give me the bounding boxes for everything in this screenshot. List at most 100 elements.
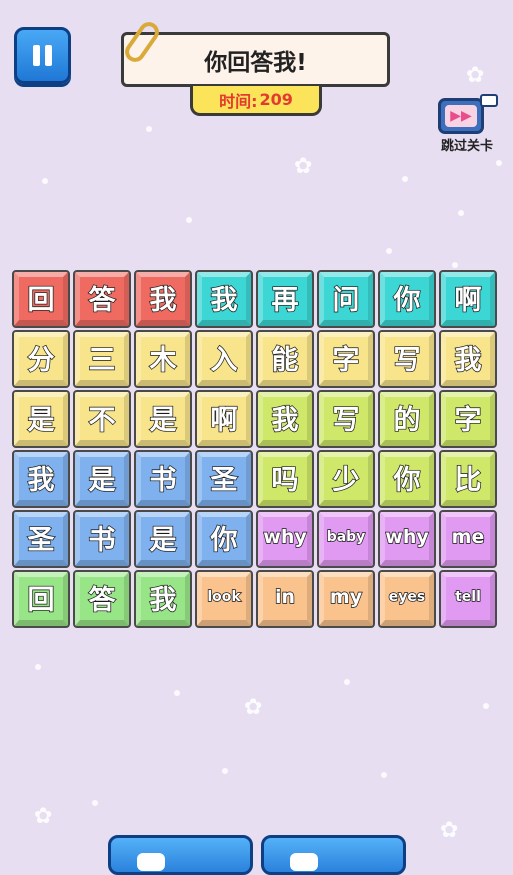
answer-icon xyxy=(290,853,318,871)
tile-text: tell xyxy=(454,588,481,605)
tile-text: 我 xyxy=(271,404,299,436)
letter-tile[interactable]: my xyxy=(317,570,375,628)
tile-text: 问 xyxy=(332,284,360,316)
letter-tile[interactable]: 我 xyxy=(195,270,253,328)
tile-text: 答 xyxy=(88,284,116,316)
letter-tile[interactable]: 入 xyxy=(195,330,253,388)
tile-text: 木 xyxy=(149,344,177,376)
answer-button[interactable] xyxy=(261,835,406,875)
decor-dot xyxy=(146,126,152,132)
tile-text: 你 xyxy=(210,524,238,556)
letter-tile[interactable]: 问 xyxy=(317,270,375,328)
tile-text: 写 xyxy=(393,344,421,376)
letter-tile[interactable]: 我 xyxy=(134,270,192,328)
tile-text: 字 xyxy=(332,344,360,376)
letter-tile[interactable]: baby xyxy=(317,510,375,568)
letter-tile[interactable]: tell xyxy=(439,570,497,628)
letter-tile[interactable]: eyes xyxy=(378,570,436,628)
letter-tile[interactable]: 的 xyxy=(378,390,436,448)
letter-tile[interactable]: 能 xyxy=(256,330,314,388)
decor-dot xyxy=(174,690,180,696)
letter-tile[interactable]: why xyxy=(378,510,436,568)
tile-text: 是 xyxy=(27,404,55,436)
hint-button[interactable] xyxy=(108,835,253,875)
tile-text: 我 xyxy=(210,284,238,316)
letter-tile[interactable]: 书 xyxy=(73,510,131,568)
tile-text: 你 xyxy=(393,464,421,496)
tile-text: 圣 xyxy=(210,464,238,496)
letter-tile[interactable]: 啊 xyxy=(195,390,253,448)
letter-tile[interactable]: 圣 xyxy=(12,510,70,568)
level-title: 你回答我! xyxy=(204,49,307,76)
letter-tile[interactable]: 你 xyxy=(195,510,253,568)
letter-tile[interactable]: 我 xyxy=(439,330,497,388)
letter-tile[interactable]: 你 xyxy=(378,450,436,508)
letter-tile[interactable]: 吗 xyxy=(256,450,314,508)
tile-text: 写 xyxy=(332,404,360,436)
letter-tile[interactable]: 再 xyxy=(256,270,314,328)
letter-tile[interactable]: 书 xyxy=(134,450,192,508)
tile-text: 啊 xyxy=(210,404,238,436)
letter-tile[interactable]: 是 xyxy=(134,390,192,448)
letter-tile[interactable]: 比 xyxy=(439,450,497,508)
pause-button[interactable] xyxy=(14,27,71,84)
letter-tile[interactable]: 我 xyxy=(134,570,192,628)
letter-tile[interactable]: 不 xyxy=(73,390,131,448)
letter-tile[interactable]: 木 xyxy=(134,330,192,388)
tile-text: 是 xyxy=(149,524,177,556)
letter-tile[interactable]: look xyxy=(195,570,253,628)
decor-flower: ✿ xyxy=(440,818,459,843)
decor-dot xyxy=(344,679,350,685)
letter-tile[interactable]: me xyxy=(439,510,497,568)
letter-tile[interactable]: 少 xyxy=(317,450,375,508)
letter-tile[interactable]: why xyxy=(256,510,314,568)
tile-text: in xyxy=(274,585,296,608)
decor-flower: ✿ xyxy=(34,804,53,829)
letter-tile[interactable]: 是 xyxy=(73,450,131,508)
letter-tile[interactable]: 圣 xyxy=(195,450,253,508)
letter-tile[interactable]: 字 xyxy=(317,330,375,388)
letter-tile[interactable]: 是 xyxy=(12,390,70,448)
decor-flower: ✿ xyxy=(466,63,485,88)
level-title-banner: 你回答我! xyxy=(121,32,390,87)
skip-level-button[interactable]: ▶▶ 跳过关卡 xyxy=(432,86,502,156)
tile-text: eyes xyxy=(388,588,426,605)
tile-text: 是 xyxy=(88,464,116,496)
letter-tile[interactable]: 是 xyxy=(134,510,192,568)
tile-text: 的 xyxy=(393,404,421,436)
letter-tile[interactable]: 啊 xyxy=(439,270,497,328)
tile-text: 我 xyxy=(454,344,482,376)
decor-dot xyxy=(222,768,228,774)
letter-tile[interactable]: 写 xyxy=(378,330,436,388)
tile-board: 回答我我再问你啊分三木入能字写我是不是啊我写的字我是书圣吗少你比圣书是你 why b… xyxy=(12,270,500,632)
letter-tile[interactable]: 答 xyxy=(73,270,131,328)
letter-tile[interactable]: 回 xyxy=(12,570,70,628)
letter-tile[interactable]: 你 xyxy=(378,270,436,328)
tile-text: 回 xyxy=(27,584,55,616)
decor-dot xyxy=(186,217,192,223)
hint-icon xyxy=(137,853,165,871)
tile-text: 再 xyxy=(271,284,299,316)
tile-text: 吗 xyxy=(271,464,299,496)
letter-tile[interactable]: 我 xyxy=(12,450,70,508)
letter-tile[interactable]: 字 xyxy=(439,390,497,448)
tile-text: 回 xyxy=(27,284,55,316)
tile-text: 书 xyxy=(88,524,116,556)
letter-tile[interactable]: in xyxy=(256,570,314,628)
letter-tile[interactable]: 分 xyxy=(12,330,70,388)
tile-text: 分 xyxy=(27,344,55,376)
letter-tile[interactable]: 写 xyxy=(317,390,375,448)
tile-text: 我 xyxy=(149,284,177,316)
letter-tile[interactable]: 三 xyxy=(73,330,131,388)
video-camera-icon xyxy=(480,94,498,107)
timer-value: 209 xyxy=(259,90,293,109)
letter-tile[interactable]: 答 xyxy=(73,570,131,628)
letter-tile[interactable]: 回 xyxy=(12,270,70,328)
letter-tile[interactable]: 我 xyxy=(256,390,314,448)
timer-badge: 时间: 209 xyxy=(190,86,322,116)
tile-text: why xyxy=(385,525,430,548)
tile-text: 是 xyxy=(149,404,177,436)
tile-text: 书 xyxy=(149,464,177,496)
decor-flower: ✿ xyxy=(244,695,263,720)
decor-dot xyxy=(92,800,98,806)
